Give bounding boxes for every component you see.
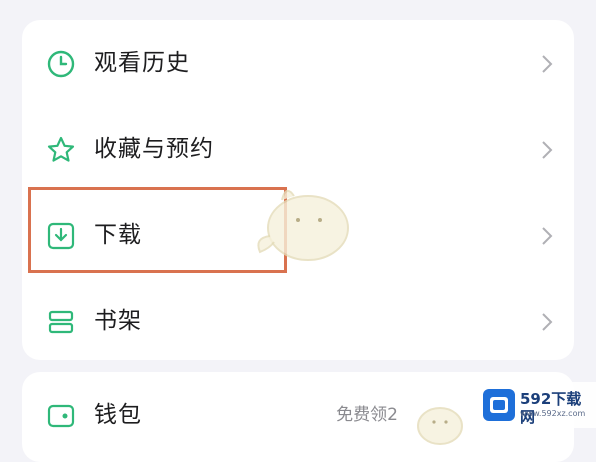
highlight-box bbox=[28, 187, 287, 273]
site-logo-icon bbox=[483, 389, 515, 421]
chevron-right-icon bbox=[542, 313, 553, 331]
chevron-right-icon bbox=[542, 141, 553, 159]
chevron-right-icon bbox=[542, 55, 553, 73]
site-watermark: 592下载网 www.592xz.com bbox=[478, 382, 596, 428]
menu-item-label: 收藏与预约 bbox=[94, 136, 214, 162]
wallet-promo-text: 免费领2 bbox=[336, 405, 398, 425]
wallet-icon bbox=[47, 404, 75, 428]
mascot-watermark-icon bbox=[417, 407, 463, 445]
menu-item-bookshelf[interactable]: 书架 bbox=[22, 278, 574, 364]
menu-item-label: 书架 bbox=[94, 308, 142, 334]
chevron-right-icon bbox=[542, 227, 553, 245]
watermark-brand: 592下载网 bbox=[520, 390, 582, 426]
mascot-watermark-icon bbox=[257, 189, 349, 261]
bookshelf-icon bbox=[48, 310, 74, 334]
menu-item-watch-history[interactable]: 观看历史 bbox=[22, 20, 574, 106]
clock-icon bbox=[47, 50, 75, 78]
star-icon bbox=[47, 136, 75, 162]
watermark-url: www.592xz.com bbox=[520, 409, 586, 418]
menu-item-label: 钱包 bbox=[94, 402, 142, 428]
menu-item-label: 观看历史 bbox=[94, 50, 190, 76]
